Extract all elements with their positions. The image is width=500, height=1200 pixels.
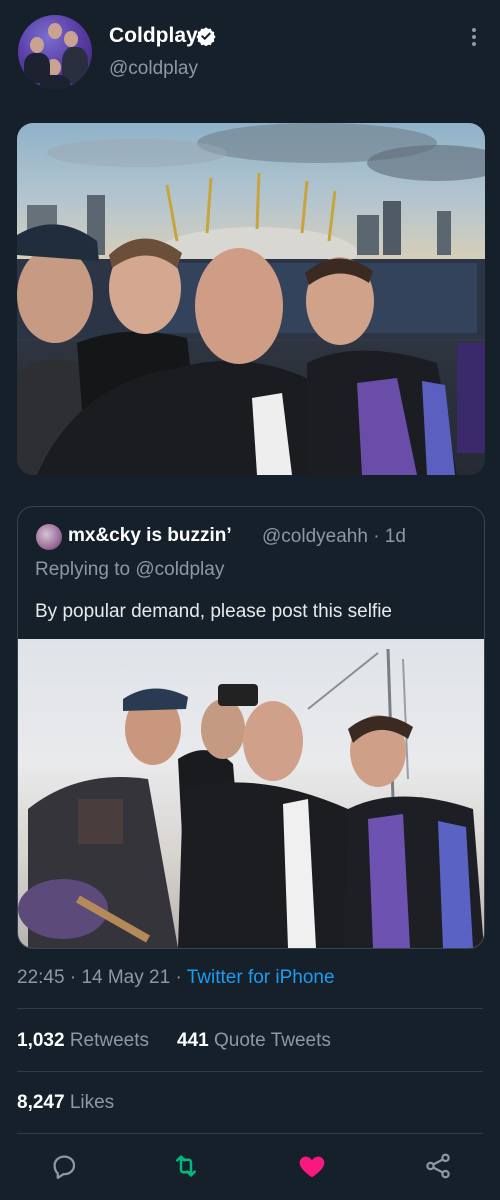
reply-icon[interactable] <box>49 1151 79 1181</box>
quoted-tweet-photo[interactable] <box>18 639 484 948</box>
quoted-tweet-text: By popular demand, please post this self… <box>35 601 392 622</box>
tweet-date: 14 May 21 <box>81 967 171 988</box>
divider <box>17 1071 483 1072</box>
quoted-author-handle-time: @coldyeahh · 1d <box>262 526 406 547</box>
verified-badge-icon <box>196 27 216 46</box>
replying-to-prefix: Replying to <box>35 559 136 580</box>
likes-count: 8,247 <box>17 1092 65 1113</box>
tweet-source-link[interactable]: Twitter for iPhone <box>187 967 335 988</box>
quoted-tweet-card[interactable]: mx&cky is buzzin’ @coldyeahh · 1d Replyi… <box>17 506 485 949</box>
retweets-stat[interactable]: 1,032 Retweets <box>17 1030 149 1052</box>
author-display-name[interactable]: Coldplay <box>109 24 198 48</box>
divider <box>17 1008 483 1009</box>
quoted-author-avatar[interactable] <box>36 524 62 550</box>
retweets-label: Retweets <box>69 1030 150 1051</box>
meta-separator: · <box>64 967 82 988</box>
likes-stat[interactable]: 8,247 Likes <box>17 1092 114 1114</box>
profile-avatar[interactable] <box>18 15 92 89</box>
meta-separator: · <box>170 967 187 988</box>
quoted-author-name[interactable]: mx&cky is buzzin’ <box>68 525 232 547</box>
share-icon[interactable] <box>423 1151 453 1181</box>
tweet-meta: 22:45 · 14 May 21 · Twitter for iPhone <box>17 967 335 989</box>
tweet-photo[interactable] <box>17 123 485 475</box>
quote-tweets-count: 441 <box>177 1030 209 1051</box>
retweets-count: 1,032 <box>17 1030 65 1051</box>
like-icon[interactable] <box>297 1151 327 1181</box>
quote-tweets-stat[interactable]: 441 Quote Tweets <box>177 1030 331 1052</box>
replying-to-line: Replying to @coldplay <box>35 559 224 581</box>
retweet-icon[interactable] <box>171 1151 201 1181</box>
author-handle[interactable]: @coldplay <box>109 58 198 80</box>
replying-to-handle-link[interactable]: @coldplay <box>135 559 224 580</box>
quote-tweets-label: Quote Tweets <box>213 1030 331 1051</box>
tweet-time: 22:45 <box>17 967 65 988</box>
divider <box>17 1133 483 1134</box>
likes-label: Likes <box>69 1092 115 1113</box>
more-options-icon[interactable] <box>464 26 484 50</box>
